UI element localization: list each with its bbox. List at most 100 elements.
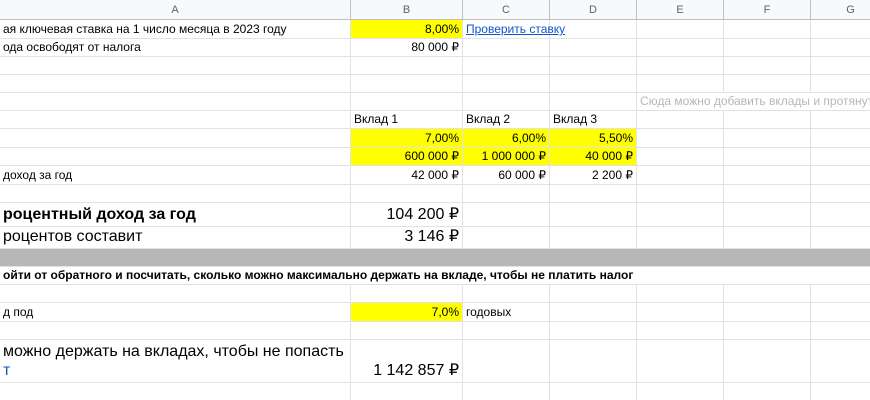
cell-e12[interactable] xyxy=(637,227,724,248)
cell-d17[interactable] xyxy=(550,322,637,339)
cell-c17[interactable] xyxy=(463,322,550,339)
deposit-1-income[interactable]: 42 000 ₽ xyxy=(351,166,463,184)
cell-a19[interactable] xyxy=(0,383,351,400)
cell-f9[interactable] xyxy=(724,166,811,184)
column-header-g[interactable]: G xyxy=(811,0,870,20)
cell-b15[interactable] xyxy=(351,285,463,302)
cell-a5[interactable] xyxy=(0,93,351,110)
cell-a4[interactable] xyxy=(0,75,351,92)
cell-a1[interactable]: ая ключевая ставка на 1 число месяца в 2… xyxy=(0,20,351,38)
cell-e16[interactable] xyxy=(637,303,724,321)
deposit-rate-label[interactable]: д под xyxy=(0,303,351,321)
cell-b19[interactable] xyxy=(351,383,463,400)
cell-d4[interactable] xyxy=(550,75,637,92)
cell-d10[interactable] xyxy=(550,185,637,202)
cell-f10[interactable] xyxy=(724,185,811,202)
cell-c19[interactable] xyxy=(463,383,550,400)
cell-e11[interactable] xyxy=(637,203,724,226)
max-deposit-value[interactable]: 1 142 857 ₽ xyxy=(351,340,463,382)
column-header-e[interactable]: E xyxy=(637,0,724,20)
reverse-calc-heading[interactable]: ойти от обратного и посчитать, сколько м… xyxy=(0,267,870,284)
cell-e3[interactable] xyxy=(637,57,724,74)
deposit-rate-input[interactable]: 7,0% xyxy=(351,303,463,321)
cell-a15[interactable] xyxy=(0,285,351,302)
tax-free-amount-cell[interactable]: 80 000 ₽ xyxy=(351,39,463,56)
cell-f19[interactable] xyxy=(724,383,811,400)
cell-f1[interactable] xyxy=(724,20,811,38)
cell-f17[interactable] xyxy=(724,322,811,339)
deposit-2-income[interactable]: 60 000 ₽ xyxy=(463,166,550,184)
cell-c15[interactable] xyxy=(463,285,550,302)
deposit-3-rate[interactable]: 5,50% xyxy=(550,129,637,147)
cell-f15[interactable] xyxy=(724,285,811,302)
deposit-2-rate[interactable]: 6,00% xyxy=(463,129,550,147)
cell-d18[interactable] xyxy=(550,340,637,382)
cell-c11[interactable] xyxy=(463,203,550,226)
cell-b3[interactable] xyxy=(351,57,463,74)
deposit-1-rate[interactable]: 7,00% xyxy=(351,129,463,147)
cell-c5[interactable] xyxy=(463,93,550,110)
cell-c2[interactable] xyxy=(463,39,550,56)
cell-d12[interactable] xyxy=(550,227,637,248)
cell-f8[interactable] xyxy=(724,148,811,165)
max-deposit-label[interactable]: можно держать на вкладах, чтобы не попас… xyxy=(0,340,351,382)
cell-a3[interactable] xyxy=(0,57,351,74)
tax-value[interactable]: 3 146 ₽ xyxy=(351,227,463,248)
deposit-3-amount[interactable]: 40 000 ₽ xyxy=(550,148,637,165)
cell-f12[interactable] xyxy=(724,227,811,248)
cell-d3[interactable] xyxy=(550,57,637,74)
cell-d15[interactable] xyxy=(550,285,637,302)
cell-b10[interactable] xyxy=(351,185,463,202)
cell-a8[interactable] xyxy=(0,148,351,165)
cell-e18[interactable] xyxy=(637,340,724,382)
cell-c18[interactable] xyxy=(463,340,550,382)
cell-f2[interactable] xyxy=(724,39,811,56)
deposit-3-header[interactable]: Вклад 3 xyxy=(550,111,637,128)
total-income-label[interactable]: роцентный доход за год xyxy=(0,203,351,226)
cell-a2[interactable]: ода освободят от налога xyxy=(0,39,351,56)
cell-c10[interactable] xyxy=(463,185,550,202)
tax-label[interactable]: роцентов составит xyxy=(0,227,351,248)
cell-e10[interactable] xyxy=(637,185,724,202)
deposit-1-header[interactable]: Вклад 1 xyxy=(351,111,463,128)
cell-f16[interactable] xyxy=(724,303,811,321)
key-rate-cell[interactable]: 8,00% xyxy=(351,20,463,38)
cell-f7[interactable] xyxy=(724,129,811,147)
cell-a7[interactable] xyxy=(0,129,351,147)
check-rate-link[interactable]: Проверить ставку xyxy=(463,20,565,38)
cell-a9[interactable]: доход за год xyxy=(0,166,351,184)
annual-label[interactable]: годовых xyxy=(463,303,550,321)
cell-a6[interactable] xyxy=(0,111,351,128)
cell-d16[interactable] xyxy=(550,303,637,321)
cell-c3[interactable] xyxy=(463,57,550,74)
column-header-c[interactable]: C xyxy=(463,0,550,20)
total-income-value[interactable]: 104 200 ₽ xyxy=(351,203,463,226)
cell-f11[interactable] xyxy=(724,203,811,226)
cell-f3[interactable] xyxy=(724,57,811,74)
cell-d11[interactable] xyxy=(550,203,637,226)
cell-d1[interactable] xyxy=(550,20,637,38)
cell-e8[interactable] xyxy=(637,148,724,165)
hint-cell[interactable]: Сюда можно добавить вклады и протянуть xyxy=(637,93,870,110)
separator-row[interactable] xyxy=(0,249,870,267)
deposit-2-header[interactable]: Вклад 2 xyxy=(463,111,550,128)
cell-a17[interactable] xyxy=(0,322,351,339)
column-header-d[interactable]: D xyxy=(550,0,637,20)
cell-c12[interactable] xyxy=(463,227,550,248)
column-header-a[interactable]: A xyxy=(0,0,351,20)
cell-e17[interactable] xyxy=(637,322,724,339)
cell-e2[interactable] xyxy=(637,39,724,56)
cell-c4[interactable] xyxy=(463,75,550,92)
column-header-f[interactable]: F xyxy=(724,0,811,20)
cell-d5[interactable] xyxy=(550,93,637,110)
cell-e19[interactable] xyxy=(637,383,724,400)
cell-f6[interactable] xyxy=(724,111,811,128)
deposit-3-income[interactable]: 2 200 ₽ xyxy=(550,166,637,184)
cell-e6[interactable] xyxy=(637,111,724,128)
column-header-b[interactable]: B xyxy=(351,0,463,20)
cell-f4[interactable] xyxy=(724,75,811,92)
cell-b4[interactable] xyxy=(351,75,463,92)
cell-f18[interactable] xyxy=(724,340,811,382)
cell-d19[interactable] xyxy=(550,383,637,400)
cell-e7[interactable] xyxy=(637,129,724,147)
